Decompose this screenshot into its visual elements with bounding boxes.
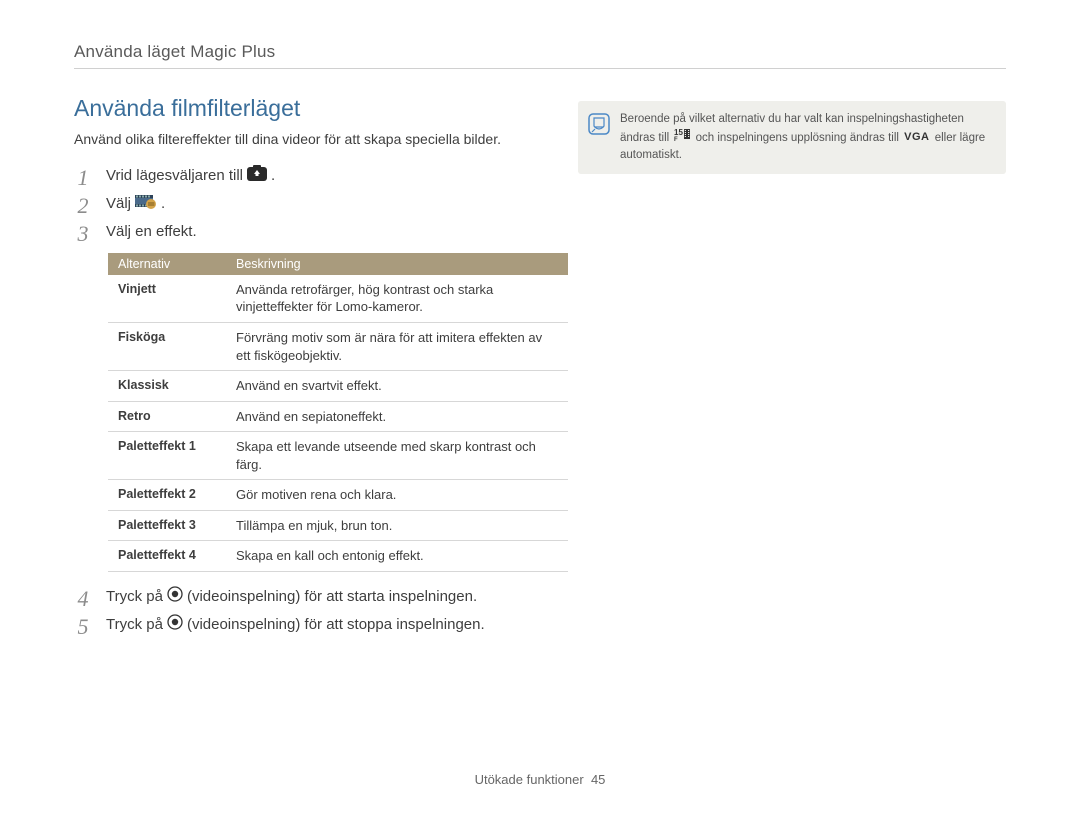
step-number: 2 bbox=[74, 193, 92, 217]
option-cell: Klassisk bbox=[108, 371, 226, 402]
option-cell: Fisköga bbox=[108, 322, 226, 370]
intro-paragraph: Använd olika filtereffekter till dina vi… bbox=[74, 130, 544, 149]
page-heading: Använda filmfilterläget bbox=[74, 95, 544, 122]
description-cell: Tillämpa en mjuk, brun ton. bbox=[226, 510, 568, 541]
table-row: KlassiskAnvänd en svartvit effekt. bbox=[108, 371, 568, 402]
description-cell: Använda retrofärger, hög kontrast och st… bbox=[226, 275, 568, 323]
option-cell: Paletteffekt 4 bbox=[108, 541, 226, 572]
table-header-description: Beskrivning bbox=[226, 253, 568, 275]
step-text-fragment: Vrid lägesväljaren till bbox=[106, 165, 243, 188]
step-text: Välj . bbox=[106, 193, 165, 217]
fps-badge-icon: 15F bbox=[674, 128, 690, 148]
step-list: 1 Vrid lägesväljaren till . 2 Välj . 3 V bbox=[74, 165, 544, 245]
step-text-fragment: (videoinspelning) för att starta inspeln… bbox=[187, 586, 477, 609]
description-cell: Skapa ett levande utseende med skarp kon… bbox=[226, 432, 568, 480]
vga-badge: VGA bbox=[904, 130, 929, 146]
page-container: Använda läget Magic Plus Använda filmfil… bbox=[0, 0, 1080, 642]
description-cell: Förvräng motiv som är nära för att imite… bbox=[226, 322, 568, 370]
step-text: Välj en effekt. bbox=[106, 221, 197, 244]
option-cell: Paletteffekt 3 bbox=[108, 510, 226, 541]
svg-text:F: F bbox=[674, 137, 678, 142]
step-text-fragment: . bbox=[271, 165, 275, 188]
record-button-icon bbox=[167, 614, 183, 638]
step-number: 1 bbox=[74, 165, 92, 189]
description-cell: Gör motiven rena och klara. bbox=[226, 480, 568, 511]
step-3: 3 Välj en effekt. bbox=[74, 221, 544, 245]
note-icon bbox=[588, 113, 610, 164]
effects-table: Alternativ Beskrivning VinjettAnvända re… bbox=[108, 253, 568, 572]
option-cell: Paletteffekt 1 bbox=[108, 432, 226, 480]
table-row: FiskögaFörvräng motiv som är nära för at… bbox=[108, 322, 568, 370]
step-text-fragment: (videoinspelning) för att stoppa inspeln… bbox=[187, 614, 485, 637]
step-text: Tryck på (videoinspelning) för att stopp… bbox=[106, 614, 485, 638]
description-cell: Skapa en kall och entonig effekt. bbox=[226, 541, 568, 572]
table-row: Paletteffekt 2Gör motiven rena och klara… bbox=[108, 480, 568, 511]
step-text-fragment: Tryck på bbox=[106, 586, 163, 609]
option-cell: Retro bbox=[108, 401, 226, 432]
step-number: 5 bbox=[74, 614, 92, 638]
page-footer: Utökade funktioner 45 bbox=[0, 772, 1080, 787]
content-columns: Använda filmfilterläget Använd olika fil… bbox=[74, 95, 1006, 642]
description-cell: Använd en svartvit effekt. bbox=[226, 371, 568, 402]
option-cell: Paletteffekt 2 bbox=[108, 480, 226, 511]
step-2: 2 Välj . bbox=[74, 193, 544, 217]
step-text: Tryck på (videoinspelning) för att start… bbox=[106, 586, 477, 610]
step-text-fragment: Tryck på bbox=[106, 614, 163, 637]
option-cell: Vinjett bbox=[108, 275, 226, 323]
step-1: 1 Vrid lägesväljaren till . bbox=[74, 165, 544, 189]
table-row: VinjettAnvända retrofärger, hög kontrast… bbox=[108, 275, 568, 323]
right-column: Beroende på vilket alternativ du har val… bbox=[578, 95, 1006, 642]
step-text-fragment: . bbox=[161, 193, 165, 216]
note-fragment: och inspelningens upplösning ändras till bbox=[696, 132, 899, 144]
footer-section: Utökade funktioner bbox=[475, 772, 584, 787]
film-filter-icon bbox=[135, 193, 157, 217]
table-row: Paletteffekt 1Skapa ett levande utseende… bbox=[108, 432, 568, 480]
page-number: 45 bbox=[591, 772, 605, 787]
step-number: 3 bbox=[74, 221, 92, 245]
step-text-fragment: Välj bbox=[106, 193, 131, 216]
description-cell: Använd en sepiatoneffekt. bbox=[226, 401, 568, 432]
mode-dial-icon bbox=[247, 165, 267, 189]
table-row: RetroAnvänd en sepiatoneffekt. bbox=[108, 401, 568, 432]
svg-text:15: 15 bbox=[674, 128, 683, 137]
table-row: Paletteffekt 3Tillämpa en mjuk, brun ton… bbox=[108, 510, 568, 541]
note-box: Beroende på vilket alternativ du har val… bbox=[578, 101, 1006, 174]
table-row: Paletteffekt 4Skapa en kall och entonig … bbox=[108, 541, 568, 572]
step-text: Vrid lägesväljaren till . bbox=[106, 165, 275, 189]
step-list-continued: 4 Tryck på (videoinspelning) för att sta… bbox=[74, 586, 544, 638]
step-5: 5 Tryck på (videoinspelning) för att sto… bbox=[74, 614, 544, 638]
section-label: Använda läget Magic Plus bbox=[74, 42, 1006, 69]
step-4: 4 Tryck på (videoinspelning) för att sta… bbox=[74, 586, 544, 610]
note-text: Beroende på vilket alternativ du har val… bbox=[620, 111, 990, 164]
record-button-icon bbox=[167, 586, 183, 610]
table-header-option: Alternativ bbox=[108, 253, 226, 275]
step-number: 4 bbox=[74, 586, 92, 610]
left-column: Använda filmfilterläget Använd olika fil… bbox=[74, 95, 544, 642]
